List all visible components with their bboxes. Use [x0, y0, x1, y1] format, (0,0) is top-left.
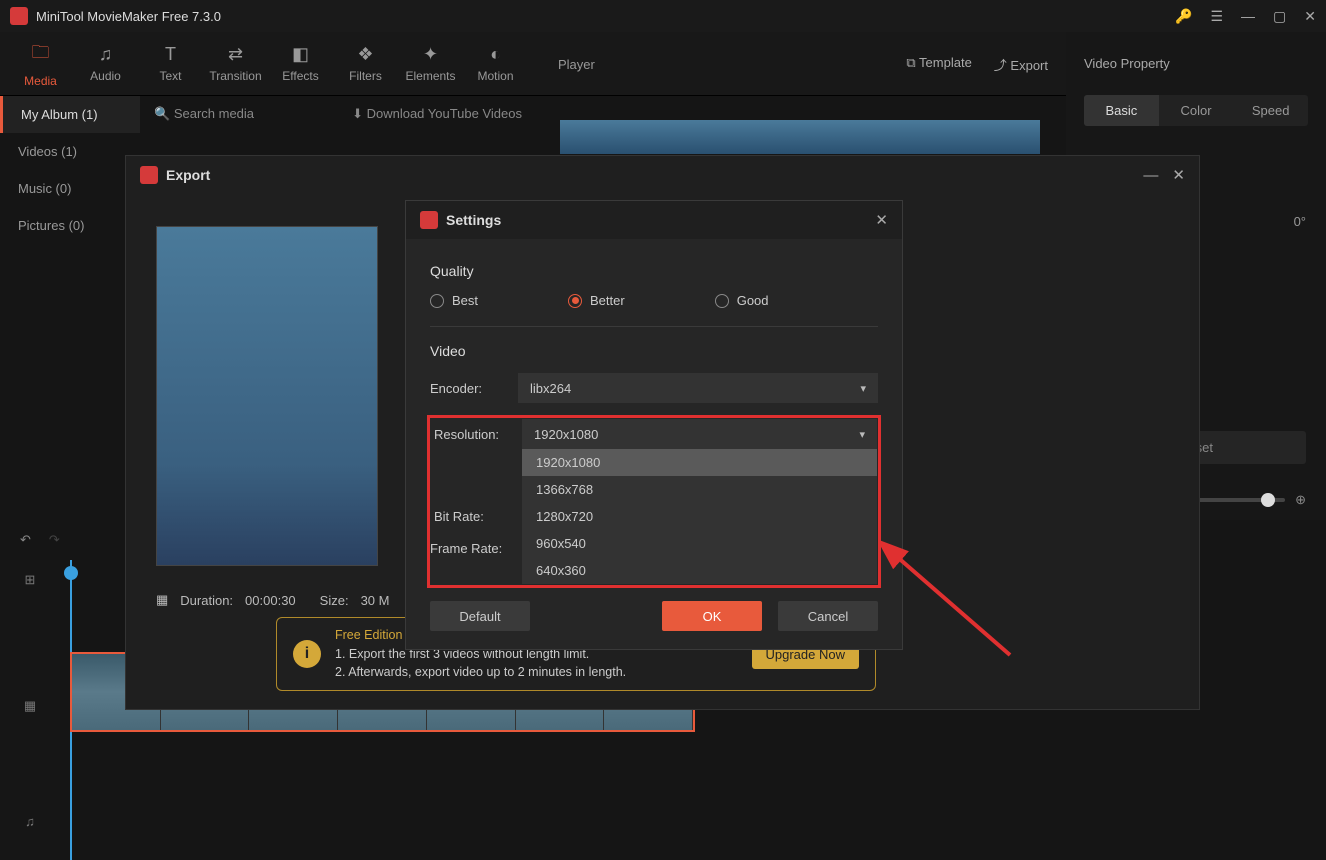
size-value: 30 M	[361, 593, 390, 608]
player-header: Player ⧉ Template ⤴ Export	[540, 32, 1066, 96]
duration-label: Duration:	[180, 593, 233, 608]
player-label: Player	[558, 57, 595, 72]
limit-line2: 2. Afterwards, export video up to 2 minu…	[335, 663, 738, 682]
resolution-option[interactable]: 1280x720	[522, 503, 877, 530]
app-title: MiniTool MovieMaker Free 7.3.0	[36, 9, 1175, 24]
video-track-icon: ▦	[24, 698, 36, 714]
radio-better[interactable]: Better	[568, 293, 625, 308]
tab-speed[interactable]: Speed	[1233, 95, 1308, 126]
minimize-button[interactable]: —	[1241, 8, 1255, 24]
rotate-value: 0°	[1294, 214, 1306, 229]
settings-close[interactable]: ✕	[875, 211, 888, 229]
sidebar-item-pictures[interactable]: Pictures (0)	[0, 207, 140, 244]
export-close[interactable]: ✕	[1172, 166, 1185, 184]
bitrate-label: Bit Rate:	[434, 509, 522, 524]
settings-logo-icon	[420, 211, 438, 229]
tab-elements[interactable]: ✦Elements	[398, 34, 463, 94]
audio-track-icon: ♫	[25, 814, 35, 829]
resolution-option[interactable]: 1366x768	[522, 476, 877, 503]
resolution-option[interactable]: 960x540	[522, 530, 877, 557]
zoom-plus-icon[interactable]: ⊕	[1295, 492, 1306, 508]
size-label: Size:	[320, 593, 349, 608]
export-logo-icon	[140, 166, 158, 184]
export-title: Export	[166, 167, 1129, 183]
tab-motion[interactable]: ◐Motion	[463, 34, 528, 94]
undo-icon[interactable]: ↶	[20, 532, 31, 548]
cancel-button[interactable]: Cancel	[778, 601, 878, 631]
tab-color[interactable]: Color	[1159, 95, 1234, 126]
sidebar-item-music[interactable]: Music (0)	[0, 170, 140, 207]
property-title: Video Property	[1066, 32, 1326, 95]
export-button[interactable]: ⤴ Export	[994, 55, 1048, 74]
film-icon: ▦	[156, 592, 168, 608]
search-icon[interactable]: 🔍 Search media	[140, 106, 268, 122]
sidebar-item-videos[interactable]: Videos (1)	[0, 133, 140, 170]
close-button[interactable]: ✕	[1304, 8, 1316, 25]
quality-heading: Quality	[430, 263, 878, 279]
framerate-label: Frame Rate:	[430, 541, 502, 556]
player-preview	[560, 120, 1040, 154]
tab-text[interactable]: TText	[138, 34, 203, 94]
settings-dialog: Settings ✕ Quality Best Better Good Vide…	[405, 200, 903, 650]
resolution-option[interactable]: 1920x1080	[522, 449, 877, 476]
resolution-label: Resolution:	[434, 427, 522, 442]
export-thumbnail	[156, 226, 378, 566]
tab-transition[interactable]: ⇄Transition	[203, 34, 268, 94]
warning-icon: i	[293, 640, 321, 668]
resolution-option[interactable]: 640x360	[522, 557, 877, 584]
tab-audio[interactable]: ♫Audio	[73, 34, 138, 94]
maximize-button[interactable]: ▢	[1273, 8, 1286, 25]
add-track-icon[interactable]: ⊞	[25, 572, 36, 588]
redo-icon[interactable]: ↷	[49, 532, 60, 548]
search-row: 🔍 Search media ⬇ Download YouTube Videos	[140, 96, 540, 132]
tab-filters[interactable]: ❖Filters	[333, 34, 398, 94]
tab-media[interactable]: 🗀Media	[8, 34, 73, 94]
app-logo-icon	[10, 7, 28, 25]
tab-effects[interactable]: ◧Effects	[268, 34, 333, 94]
property-tabs: Basic Color Speed	[1084, 95, 1308, 126]
radio-good[interactable]: Good	[715, 293, 769, 308]
ok-button[interactable]: OK	[662, 601, 762, 631]
template-button[interactable]: ⧉ Template	[906, 55, 971, 74]
resolution-options: 1920x1080 1366x768 1280x720 960x540 640x…	[522, 449, 877, 584]
settings-title: Settings	[446, 212, 861, 228]
duration-value: 00:00:30	[245, 593, 296, 608]
titlebar: MiniTool MovieMaker Free 7.3.0 🔑 ☰ — ▢ ✕	[0, 0, 1326, 32]
media-sidebar: My Album (1) Videos (1) Music (0) Pictur…	[0, 96, 140, 244]
video-heading: Video	[430, 343, 878, 359]
download-youtube[interactable]: ⬇ Download YouTube Videos	[352, 106, 540, 122]
tab-basic[interactable]: Basic	[1084, 95, 1159, 126]
key-icon[interactable]: 🔑	[1175, 8, 1192, 25]
hamburger-icon[interactable]: ☰	[1210, 8, 1223, 25]
default-button[interactable]: Default	[430, 601, 530, 631]
sidebar-item-album[interactable]: My Album (1)	[0, 96, 140, 133]
export-minimize[interactable]: —	[1143, 167, 1158, 184]
encoder-select[interactable]: libx264▾	[518, 373, 878, 403]
radio-best[interactable]: Best	[430, 293, 478, 308]
resolution-select[interactable]: 1920x1080▾	[522, 419, 877, 449]
encoder-label: Encoder:	[430, 381, 518, 396]
